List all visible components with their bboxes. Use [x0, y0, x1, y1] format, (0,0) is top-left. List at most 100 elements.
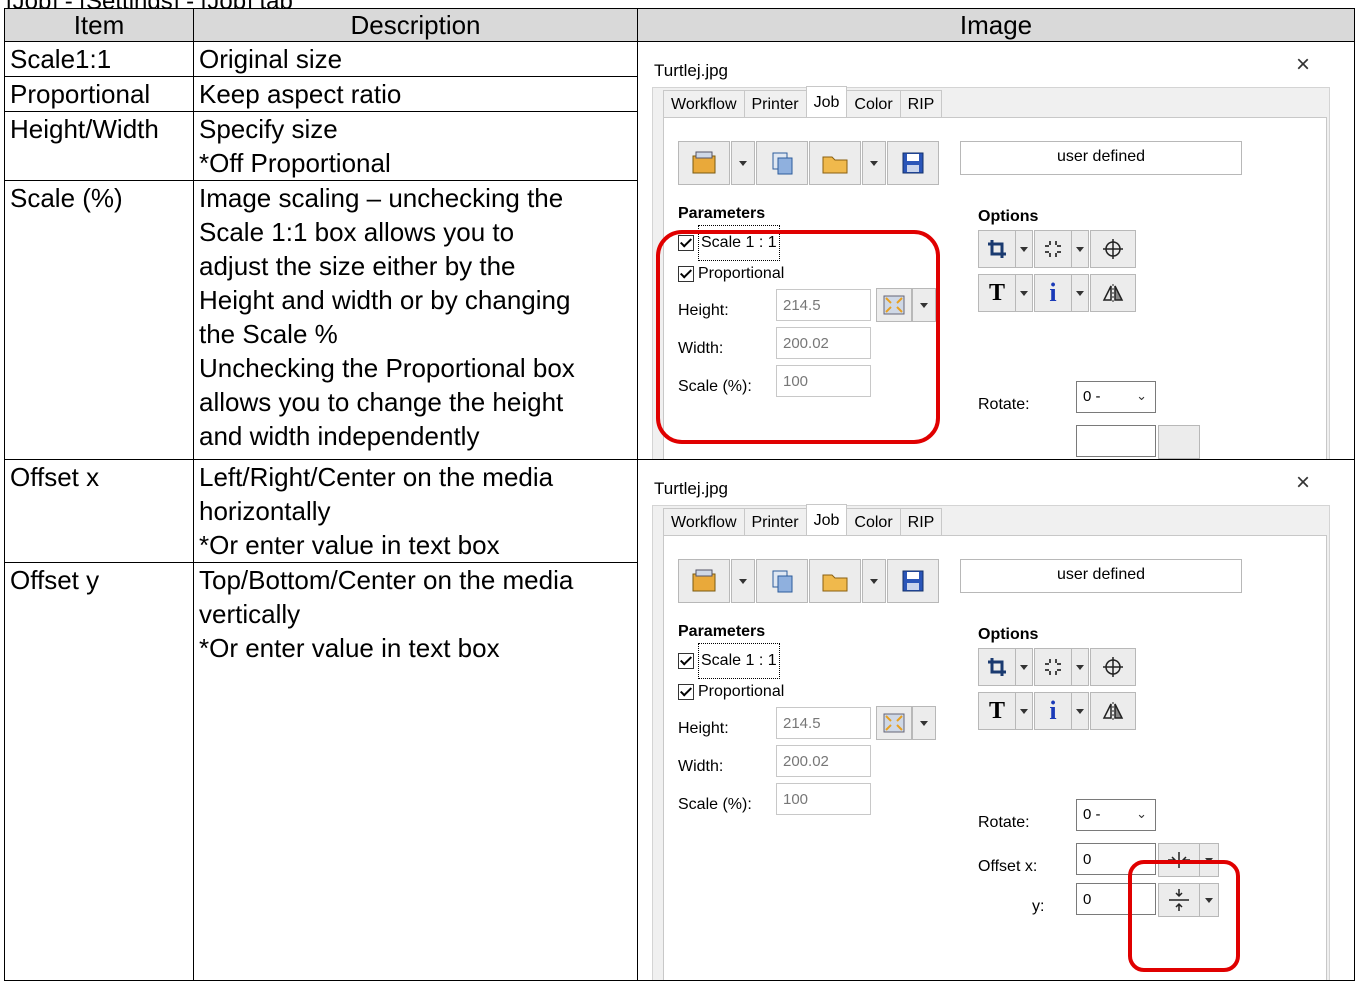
save-button[interactable]: [887, 559, 939, 603]
info-button[interactable]: i: [1034, 274, 1072, 312]
options-heading: Options: [978, 208, 1039, 225]
row-item: Scale1:1: [4, 40, 194, 78]
chevron-down-icon: [1076, 290, 1084, 296]
proportional-checkbox[interactable]: Proportional: [678, 675, 784, 709]
queue-icon: [692, 569, 716, 592]
offset-x-button-partial[interactable]: [1158, 425, 1200, 459]
scale-pct-field[interactable]: 100: [776, 783, 871, 815]
rotate-value: 0 -: [1083, 388, 1101, 405]
queue-dropdown-button[interactable]: [731, 559, 755, 603]
copy-button[interactable]: [756, 141, 808, 185]
text-button[interactable]: T: [978, 274, 1016, 312]
chevron-down-icon: [1076, 246, 1084, 252]
tab-job[interactable]: Job: [805, 86, 848, 118]
mirror-icon: [1102, 284, 1124, 302]
height-label: Height:: [678, 720, 729, 737]
width-field[interactable]: 200.02: [776, 745, 871, 777]
job-settings-dialog-2: Turtlej.jpg × Workflow Printer Job Color…: [638, 460, 1354, 980]
copy-button[interactable]: [756, 559, 808, 603]
tab-workflow[interactable]: Workflow: [663, 508, 745, 536]
info-icon: i: [1049, 278, 1057, 307]
tab-workflow[interactable]: Workflow: [663, 90, 745, 118]
tab-printer[interactable]: Printer: [743, 90, 807, 118]
crop-button[interactable]: [978, 648, 1016, 686]
marks-button[interactable]: [1034, 648, 1072, 686]
chevron-down-icon: [1076, 664, 1084, 670]
info-dropdown-button[interactable]: [1071, 274, 1089, 312]
crosshair-icon: [1103, 657, 1123, 677]
crop-icon: [988, 240, 1006, 258]
fit-button[interactable]: [876, 706, 912, 740]
chevron-down-icon: [1020, 290, 1028, 296]
rotate-label: Rotate:: [978, 814, 1030, 831]
marks-dropdown-button[interactable]: [1071, 648, 1089, 686]
rotate-value: 0 -: [1083, 806, 1101, 823]
proportional-checkbox-label: Proportional: [698, 683, 785, 700]
scale-checkbox-label: Scale 1 : 1: [698, 643, 780, 679]
image-cell-offset: Turtlej.jpg × Workflow Printer Job Color…: [637, 459, 1355, 981]
mirror-button[interactable]: [1090, 692, 1136, 730]
tab-color[interactable]: Color: [846, 508, 901, 536]
close-icon[interactable]: ×: [1296, 48, 1310, 82]
tab-job[interactable]: Job: [805, 504, 848, 536]
options-heading: Options: [978, 626, 1039, 643]
scale-pct-label: Scale (%):: [678, 796, 752, 813]
row-description: Image scaling – unchecking the Scale 1:1…: [193, 180, 638, 460]
rotate-select[interactable]: 0 - ⌄: [1076, 799, 1156, 831]
copy-icon: [772, 152, 793, 175]
queue-icon: [692, 151, 716, 174]
crop-dropdown-button[interactable]: [1015, 230, 1033, 268]
row-description: Original size: [193, 40, 638, 78]
queue-button[interactable]: [678, 141, 730, 185]
text-dropdown-button[interactable]: [1015, 274, 1033, 312]
info-dropdown-button[interactable]: [1071, 692, 1089, 730]
crop-dropdown-button[interactable]: [1015, 648, 1033, 686]
marks-dropdown-button[interactable]: [1071, 230, 1089, 268]
tab-printer[interactable]: Printer: [743, 508, 807, 536]
crop-marks-icon: [1045, 241, 1061, 257]
crop-button[interactable]: [978, 230, 1016, 268]
highlight-offset: [1128, 860, 1240, 972]
folder-dropdown-button[interactable]: [862, 559, 886, 603]
marks-button[interactable]: [1034, 230, 1072, 268]
crop-icon: [988, 658, 1006, 676]
preset-field[interactable]: user defined: [960, 559, 1242, 593]
offset-x-field-partial[interactable]: [1076, 425, 1156, 457]
open-folder-button[interactable]: [809, 559, 861, 603]
highlight-parameters: [656, 230, 940, 444]
scale-checkbox[interactable]: Scale 1 : 1: [678, 643, 780, 679]
chevron-down-icon: [1020, 246, 1028, 252]
tab-color[interactable]: Color: [846, 90, 901, 118]
folder-dropdown-button[interactable]: [862, 141, 886, 185]
offset-x-label: Offset x:: [978, 858, 1038, 875]
open-folder-button[interactable]: [809, 141, 861, 185]
header-image: Image: [637, 8, 1355, 42]
height-field[interactable]: 214.5: [776, 707, 871, 739]
text-dropdown-button[interactable]: [1015, 692, 1033, 730]
row-item: Scale (%): [4, 180, 194, 460]
queue-button[interactable]: [678, 559, 730, 603]
info-button[interactable]: i: [1034, 692, 1072, 730]
text-button[interactable]: T: [978, 692, 1016, 730]
row-description: Top/Bottom/Center on the media verticall…: [193, 562, 638, 981]
chevron-down-icon: ⌄: [1136, 806, 1147, 821]
queue-dropdown-button[interactable]: [731, 141, 755, 185]
mirror-button[interactable]: [1090, 274, 1136, 312]
checkbox-checked-icon: [678, 684, 694, 700]
row-item: Proportional: [4, 76, 194, 113]
tab-rip[interactable]: RIP: [899, 508, 943, 536]
save-icon: [902, 570, 924, 592]
text-icon: T: [988, 280, 1005, 306]
close-icon[interactable]: ×: [1296, 466, 1310, 500]
center-button[interactable]: [1090, 648, 1136, 686]
mirror-icon: [1102, 702, 1124, 720]
preset-field[interactable]: user defined: [960, 141, 1242, 175]
tab-rip[interactable]: RIP: [899, 90, 943, 118]
save-button[interactable]: [887, 141, 939, 185]
chevron-down-icon: [870, 578, 878, 584]
fit-dropdown-button[interactable]: [912, 706, 936, 740]
header-item: Item: [4, 8, 194, 42]
rotate-select[interactable]: 0 - ⌄: [1076, 381, 1156, 413]
settings-table: Item Description Image Scale1:1 Original…: [4, 8, 1355, 981]
center-button[interactable]: [1090, 230, 1136, 268]
